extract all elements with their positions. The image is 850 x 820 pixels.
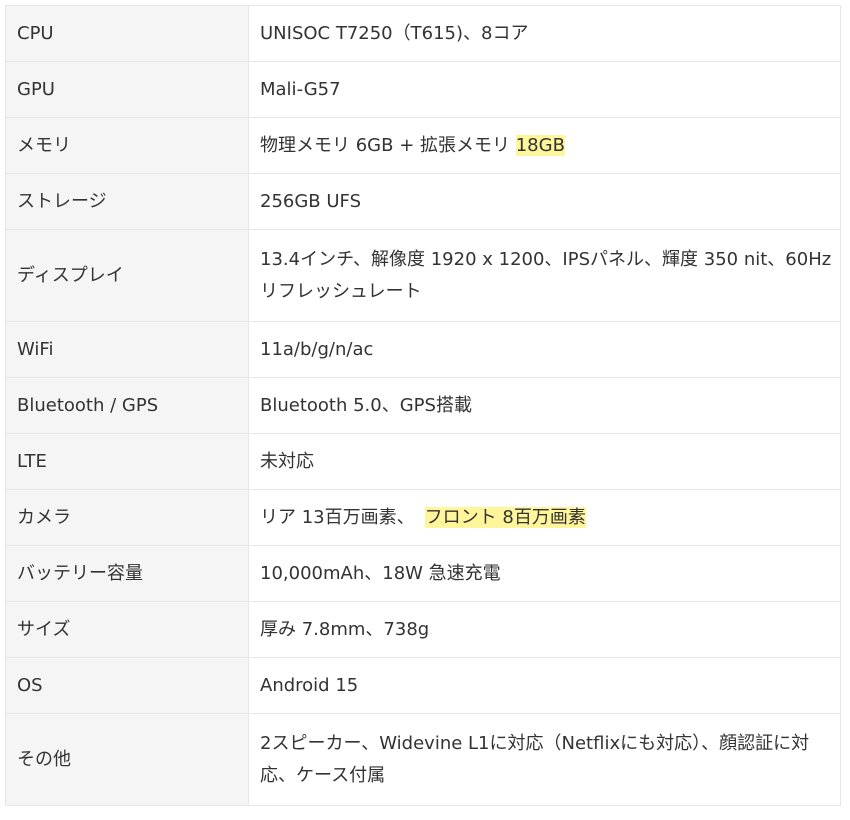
spec-label: サイズ [5,601,249,658]
spec-value: Mali-G57 [248,61,841,118]
spec-value: リア 13百万画素、 フロント 8百万画素 [248,489,841,546]
spec-value: 厚み 7.8mm、738g [248,601,841,658]
spec-row-wifi: WiFi 11a/b/g/n/ac [5,321,841,378]
spec-value: 11a/b/g/n/ac [248,321,841,378]
spec-row-battery: バッテリー容量 10,000mAh、18W 急速充電 [5,545,841,602]
spec-value: UNISOC T7250（T615)、8コア [248,5,841,62]
spec-row-display: ディスプレイ 13.4インチ、解像度 1920 x 1200、IPSパネル、輝度… [5,229,841,322]
spec-row-storage: ストレージ 256GB UFS [5,173,841,230]
spec-label: カメラ [5,489,249,546]
spec-row-os: OS Android 15 [5,657,841,714]
spec-label: LTE [5,433,249,490]
spec-value: 13.4インチ、解像度 1920 x 1200、IPSパネル、輝度 350 ni… [248,229,841,322]
spec-table: CPU UNISOC T7250（T615)、8コア GPU Mali-G57 … [5,5,841,806]
spec-label: ストレージ [5,173,249,230]
spec-label: WiFi [5,321,249,378]
spec-value: 256GB UFS [248,173,841,230]
highlighted-text: 18GB [515,134,565,156]
spec-value: Android 15 [248,657,841,714]
spec-row-lte: LTE 未対応 [5,433,841,490]
spec-value: 未対応 [248,433,841,490]
spec-label: その他 [5,713,249,806]
spec-label: GPU [5,61,249,118]
spec-value: 物理メモリ 6GB + 拡張メモリ 18GB [248,117,841,174]
spec-value-text: 物理メモリ 6GB + 拡張メモリ [260,134,516,156]
spec-value: 10,000mAh、18W 急速充電 [248,545,841,602]
spec-label: ディスプレイ [5,229,249,322]
spec-label: OS [5,657,249,714]
spec-row-camera: カメラ リア 13百万画素、 フロント 8百万画素 [5,489,841,546]
spec-label: Bluetooth / GPS [5,377,249,434]
spec-value: 2スピーカー、Widevine L1に対応（Netflixにも対応）、顔認証に対… [248,713,841,806]
spec-row-gpu: GPU Mali-G57 [5,61,841,118]
spec-row-other: その他 2スピーカー、Widevine L1に対応（Netflixにも対応）、顔… [5,713,841,806]
spec-value-text: リア 13百万画素、 [260,506,415,528]
spec-row-memory: メモリ 物理メモリ 6GB + 拡張メモリ 18GB [5,117,841,174]
spec-row-bluetooth-gps: Bluetooth / GPS Bluetooth 5.0、GPS搭載 [5,377,841,434]
highlighted-text: フロント 8百万画素 [424,506,586,528]
spec-value: Bluetooth 5.0、GPS搭載 [248,377,841,434]
spec-row-size: サイズ 厚み 7.8mm、738g [5,601,841,658]
spec-label: メモリ [5,117,249,174]
spec-label: CPU [5,5,249,62]
spec-row-cpu: CPU UNISOC T7250（T615)、8コア [5,5,841,62]
spec-label: バッテリー容量 [5,545,249,602]
